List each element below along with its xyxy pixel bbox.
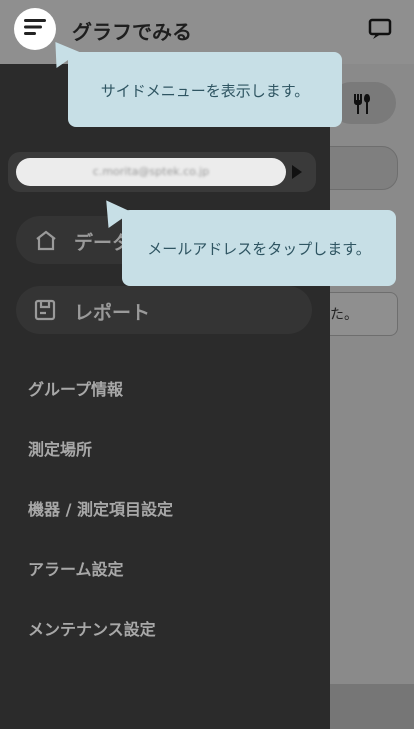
tooltip-side-menu: サイドメニューを表示します。 (68, 52, 342, 127)
page-title: グラフでみる (72, 20, 192, 44)
email-address: c.morita@sptek.co.jp (92, 165, 210, 178)
menu-item-measurement-location[interactable]: 測定場所 (28, 436, 92, 460)
email-pill[interactable]: c.morita@sptek.co.jp (16, 158, 286, 186)
menu-item-device-settings[interactable]: 機器 / 測定項目設定 (28, 496, 173, 520)
side-drawer: c.morita@sptek.co.jp データ レポート グループ情報 測定場… (0, 64, 330, 729)
menu-item-alarm-settings[interactable]: アラーム設定 (28, 556, 124, 580)
tools-icon (350, 92, 376, 121)
tooltip-email: メールアドレスをタップします。 (122, 210, 396, 286)
tooltip-text: サイドメニューを表示します。 (100, 82, 310, 100)
menu-item-maintenance-settings[interactable]: メンテナンス設定 (28, 616, 156, 640)
menu-item-group-info[interactable]: グループ情報 (28, 376, 123, 400)
nav-item-report[interactable]: レポート (16, 286, 312, 334)
menu-button[interactable] (14, 8, 56, 50)
play-arrow-icon (292, 165, 302, 179)
background-note-text: た。 (330, 307, 358, 323)
account-row[interactable]: c.morita@sptek.co.jp (8, 152, 316, 192)
menu-icon (23, 17, 47, 41)
tooltip-text: メールアドレスをタップします。 (147, 240, 371, 258)
chat-icon[interactable] (368, 18, 392, 40)
report-icon (34, 299, 56, 321)
home-icon (34, 229, 56, 251)
nav-item-label: レポート (74, 302, 151, 324)
